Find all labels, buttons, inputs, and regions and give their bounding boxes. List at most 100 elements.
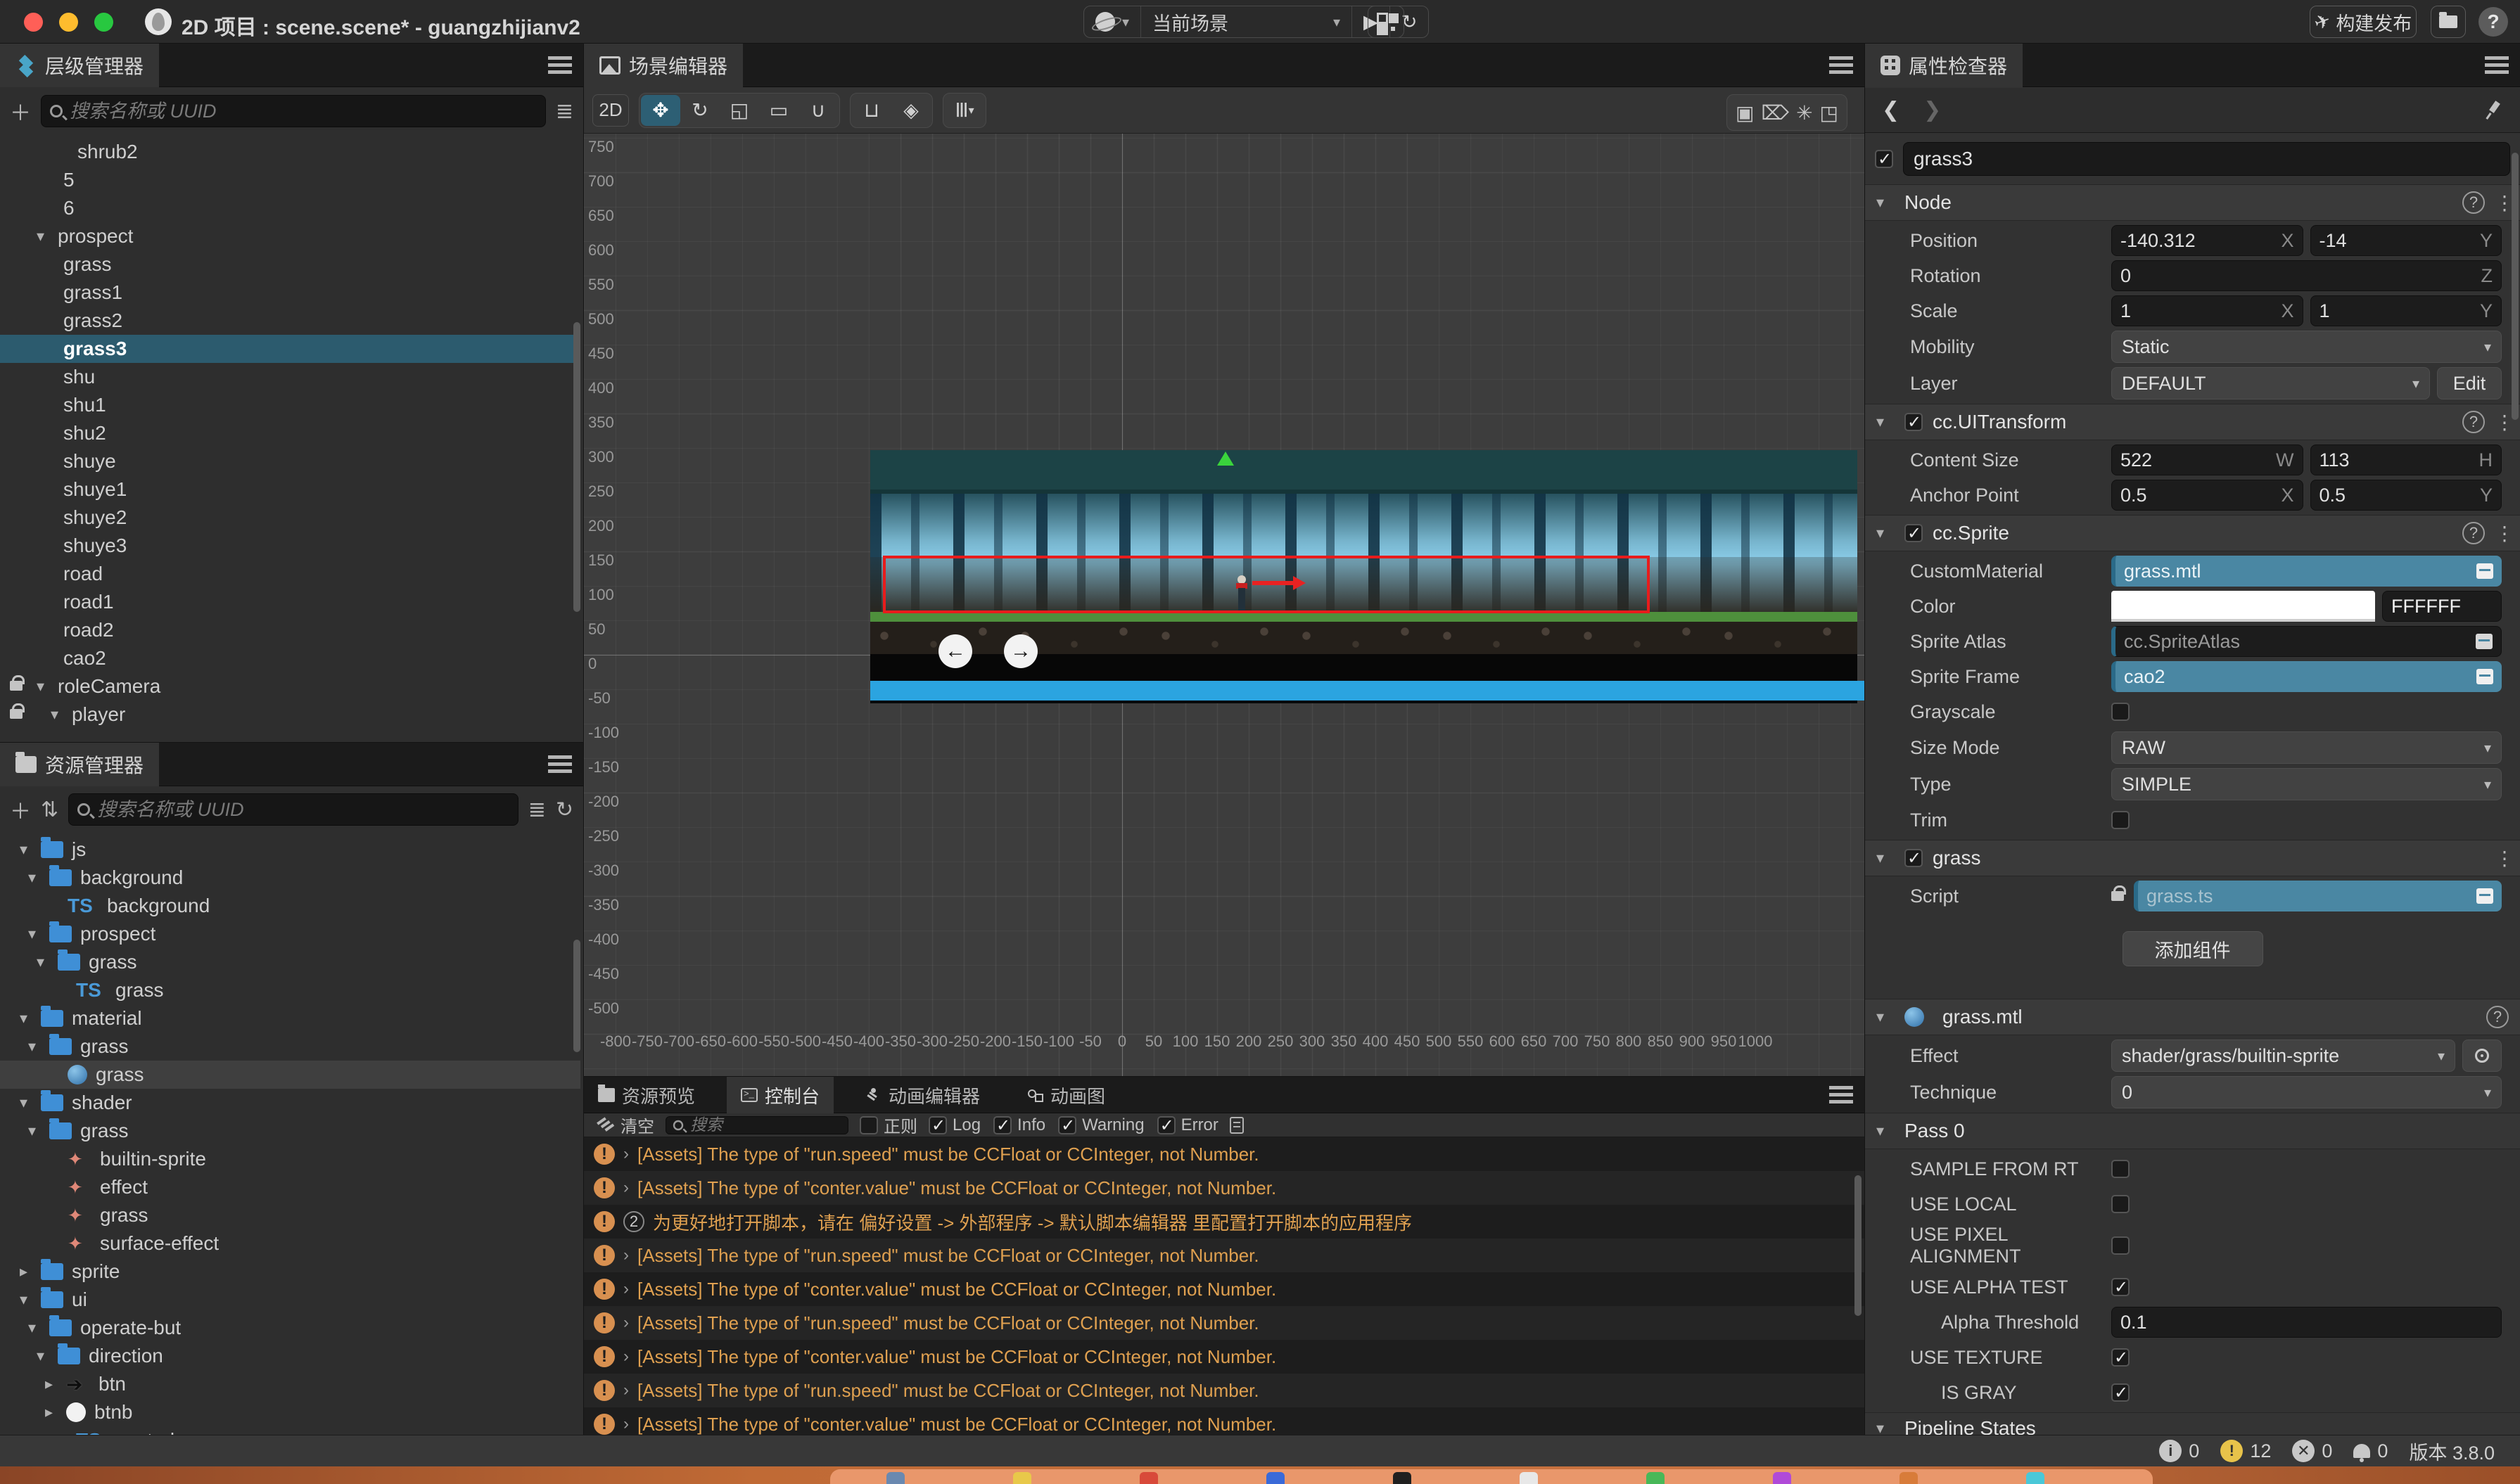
asset-operate-but[interactable]: ▾operate-but [0,1314,580,1342]
log-checkbox[interactable] [929,1116,947,1134]
more-icon[interactable]: ⋮ [2495,411,2509,434]
asset-prospect[interactable]: ▾prospect [0,920,580,948]
chevron-down-icon[interactable]: ▾ [37,1347,58,1365]
hierarchy-node-roleCamera[interactable]: ▾roleCamera [0,672,580,701]
info-checkbox[interactable] [993,1116,1012,1134]
gizmo-settings-icon[interactable]: ✳ [1796,101,1812,124]
clear-console-icon[interactable] [595,1118,609,1132]
expand-icon[interactable]: › [623,1347,629,1367]
console-searchbox[interactable] [666,1116,848,1134]
asset-grass[interactable]: ▾grass [0,1032,580,1061]
sort-assets-icon[interactable]: ⇅ [41,798,58,822]
hierarchy-searchbox[interactable] [41,95,546,127]
help-icon[interactable]: ? [2486,1006,2509,1028]
script-field[interactable]: grass.ts [2134,881,2502,911]
console-log-row[interactable]: !›[Assets] The type of "run.speed" must … [584,1306,1864,1340]
move-tool-icon[interactable]: ✥ [641,95,680,126]
filter-Warning[interactable]: Warning [1058,1115,1144,1135]
regex-toggle[interactable]: 正则 [860,1113,917,1137]
asset-btn[interactable]: ▸➔btn [0,1370,580,1398]
warning-count[interactable]: !12 [2220,1440,2271,1462]
expand-icon[interactable]: › [623,1313,629,1333]
help-icon[interactable]: ? [2462,191,2485,214]
console-tab-动画编辑器[interactable]: 动画编辑器 [851,1077,994,1113]
chevron-down-icon[interactable]: ▾ [20,1291,41,1309]
asset-background[interactable]: TSbackground [0,892,580,920]
rotation-z-field[interactable]: 0Z [2111,260,2502,291]
move-left-button[interactable]: ← [938,634,972,668]
more-icon[interactable]: ⋮ [2495,191,2509,215]
mobility-select[interactable]: Static▾ [2111,331,2502,363]
console-log-row[interactable]: !2为更好地打开脚本，请在 偏好设置 -> 外部程序 -> 默认脚本编辑器 里配… [584,1205,1864,1239]
dock-app-icon[interactable] [2026,1472,2044,1484]
log-file-icon[interactable] [1230,1117,1244,1134]
maximize-window-button[interactable] [94,13,113,32]
filter-Log[interactable]: Log [929,1115,981,1135]
hierarchy-search-input[interactable] [70,101,537,122]
scale-x-field[interactable]: 1X [2111,295,2303,326]
dock-app-icon[interactable] [1140,1472,1158,1484]
anchor-tool-icon[interactable]: ∪ [798,95,838,126]
warning-checkbox[interactable] [1058,1116,1076,1134]
inspector-scrollbar[interactable] [2512,153,2519,420]
chevron-down-icon[interactable]: ▾ [28,1319,49,1337]
hierarchy-node-shuye[interactable]: shuye [0,447,580,475]
build-publish-button[interactable]: ✈ 构建发布 [2310,6,2417,38]
type-select[interactable]: SIMPLE▾ [2111,768,2502,800]
use-pixel-alignment-checkbox[interactable] [2111,1236,2130,1255]
asset-direction[interactable]: ▾direction [0,1342,580,1370]
open-project-folder-button[interactable] [2431,6,2466,38]
scale-tool-icon[interactable]: ◱ [720,95,759,126]
preview-qr-button[interactable] [1368,6,1404,38]
asset-js[interactable]: ▾js [0,836,580,864]
chevron-down-icon[interactable]: ▾ [28,869,49,887]
hierarchy-menu-icon[interactable] [548,55,572,76]
console-log-row[interactable]: !›[Assets] The type of "run.speed" must … [584,1137,1864,1171]
dock-app-icon[interactable] [1013,1472,1031,1484]
hierarchy-node-shu2[interactable]: shu2 [0,419,580,447]
expand-icon[interactable]: › [623,1144,629,1164]
console-tab-控制台[interactable]: 控制台 [727,1077,834,1113]
sprite-enabled-checkbox[interactable] [1904,524,1923,542]
asset-sprite[interactable]: ▸sprite [0,1258,580,1286]
dock-app-icon[interactable] [1266,1472,1285,1484]
hierarchy-filter-icon[interactable]: ≣ [556,99,573,124]
chevron-down-icon[interactable]: ▾ [28,925,49,943]
assets-scrollbar[interactable] [573,940,580,1052]
assets-search-input[interactable] [97,799,509,821]
aspect-ratio-icon[interactable]: ▣ [1736,101,1754,124]
console-scrollbar[interactable] [1854,1175,1862,1316]
refresh-assets-icon[interactable]: ↻ [556,798,573,822]
hierarchy-scrollbar[interactable] [573,322,580,612]
asset-background[interactable]: ▾background [0,864,580,892]
tab-scene-editor[interactable]: 场景编辑器 [584,44,743,87]
console-log-row[interactable]: !›[Assets] The type of "conter.value" mu… [584,1407,1864,1435]
custom-material-field[interactable]: grass.mtl [2111,556,2502,587]
expand-icon[interactable]: › [623,1414,629,1434]
is-gray-checkbox[interactable] [2111,1383,2130,1402]
toggle-2d-3d-button[interactable]: 2D [592,94,629,127]
asset-btnb[interactable]: ▸btnb [0,1398,580,1426]
alpha-threshold-field[interactable]: 0.1 [2111,1307,2502,1338]
hierarchy-node-shuye1[interactable]: shuye1 [0,475,580,504]
rotate-tool-icon[interactable]: ↻ [680,95,720,126]
console-log-row[interactable]: !›[Assets] The type of "conter.value" mu… [584,1340,1864,1374]
grayscale-checkbox[interactable] [2111,703,2130,721]
add-component-button[interactable]: 添加组件 [2123,931,2263,966]
node-name-field[interactable]: grass3 [1903,142,2510,176]
hierarchy-node-shu1[interactable]: shu1 [0,391,580,419]
asset-material[interactable]: ▾material [0,1004,580,1032]
asset-grass[interactable]: TSgrass [0,976,580,1004]
platform-select[interactable]: ▾ [1084,6,1141,37]
layer-select[interactable]: DEFAULT▾ [2111,367,2430,399]
hierarchy-node-road[interactable]: road [0,560,580,588]
asset-grass[interactable]: ✦grass [0,1201,580,1229]
use-texture-checkbox[interactable] [2111,1348,2130,1367]
help-icon[interactable]: ? [2462,522,2485,544]
hierarchy-node-shu[interactable]: shu [0,363,580,391]
assets-searchbox[interactable] [68,793,518,826]
forward-icon[interactable]: ❯ [1923,98,1941,122]
anchor-x-field[interactable]: 0.5X [2111,480,2303,511]
hierarchy-node-grass1[interactable]: grass1 [0,279,580,307]
console-menu-icon[interactable] [1829,1085,1853,1106]
